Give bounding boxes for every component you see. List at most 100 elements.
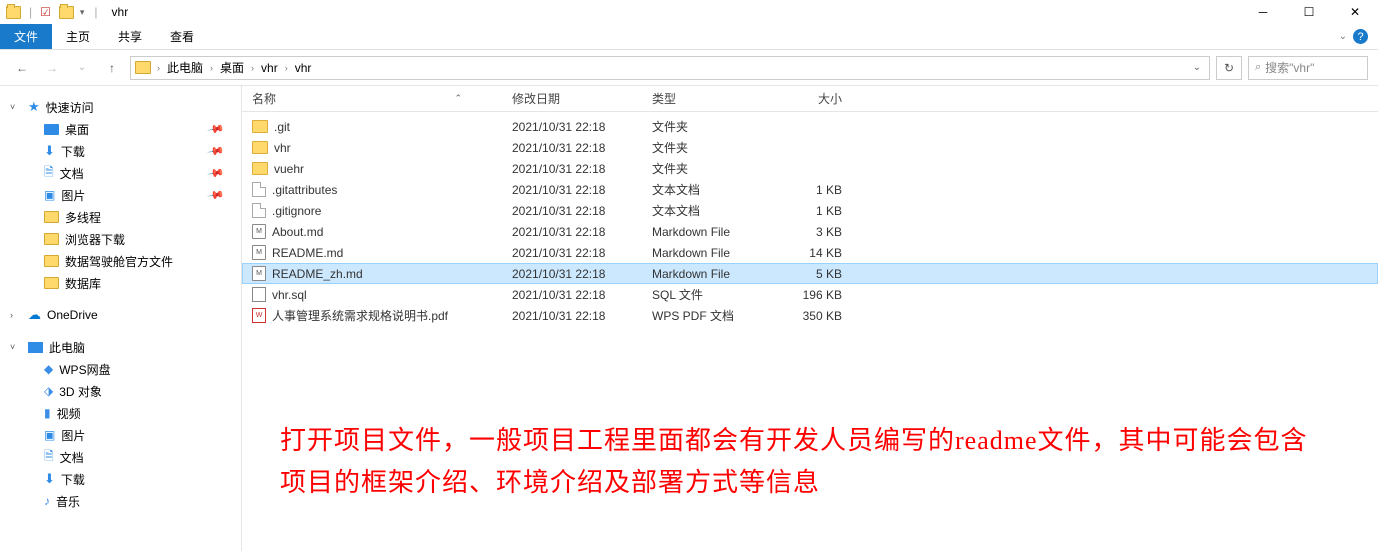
sql-icon	[252, 287, 266, 302]
sidebar-music[interactable]: ♪ 音乐	[0, 490, 241, 512]
column-name[interactable]: 名称 ⌃	[252, 90, 512, 107]
file-type: Markdown File	[652, 267, 772, 281]
sidebar-downloads[interactable]: ⬇ 下载 📌	[0, 140, 241, 162]
breadcrumb-item[interactable]: vhr	[258, 61, 281, 75]
close-button[interactable]: ✕	[1332, 0, 1378, 24]
chevron-down-icon[interactable]: ˅	[10, 342, 15, 352]
file-row[interactable]: vhr2021/10/31 22:18文件夹	[242, 137, 1378, 158]
sidebar-item-label: 浏览器下载	[65, 231, 125, 248]
file-row[interactable]: .gitignore2021/10/31 22:18文本文档1 KB	[242, 200, 1378, 221]
file-date: 2021/10/31 22:18	[512, 225, 652, 239]
chevron-right-icon[interactable]: ›	[208, 63, 215, 73]
sidebar-item-label: OneDrive	[47, 308, 98, 322]
tab-home[interactable]: 主页	[52, 24, 104, 49]
file-type: 文件夹	[652, 118, 772, 135]
document-icon: 🗎	[44, 447, 54, 468]
file-type: 文件夹	[652, 139, 772, 156]
ribbon-expand-icon[interactable]: ⌄	[1339, 31, 1347, 42]
sidebar-browser-dl[interactable]: 浏览器下载	[0, 228, 241, 250]
column-size[interactable]: 大小	[772, 90, 842, 107]
recent-dropdown[interactable]: ⌄	[70, 56, 94, 80]
file-row[interactable]: .gitattributes2021/10/31 22:18文本文档1 KB	[242, 179, 1378, 200]
desktop-icon	[44, 124, 59, 135]
file-row[interactable]: vuehr2021/10/31 22:18文件夹	[242, 158, 1378, 179]
file-row[interactable]: vhr.sql2021/10/31 22:18SQL 文件196 KB	[242, 284, 1378, 305]
sidebar-video[interactable]: ▮ 视频	[0, 402, 241, 424]
file-type: WPS PDF 文档	[652, 307, 772, 324]
up-button[interactable]: ↑	[100, 56, 124, 80]
sidebar-item-label: 下载	[61, 471, 85, 488]
sidebar-data-cockpit[interactable]: 数据驾驶舱官方文件	[0, 250, 241, 272]
sidebar-pictures2[interactable]: ▣ 图片	[0, 424, 241, 446]
sidebar-onedrive[interactable]: › ☁ OneDrive	[0, 304, 241, 326]
checkbox-icon[interactable]	[40, 5, 51, 19]
file-row[interactable]: MAbout.md2021/10/31 22:18Markdown File3 …	[242, 221, 1378, 242]
column-headers: 名称 ⌃ 修改日期 类型 大小	[242, 86, 1378, 112]
breadcrumb-item[interactable]: 桌面	[217, 59, 247, 76]
sidebar-database[interactable]: 数据库	[0, 272, 241, 294]
sidebar-quick-access[interactable]: ˅ ★ 快速访问	[0, 96, 241, 118]
ribbon: 文件 主页 共享 查看 ⌄ ?	[0, 24, 1378, 50]
quick-access-toolbar: | ▾ |	[0, 5, 102, 19]
sidebar-item-label: 快速访问	[46, 99, 94, 116]
tab-share[interactable]: 共享	[104, 24, 156, 49]
folder-icon	[252, 162, 268, 175]
sidebar: ˅ ★ 快速访问 桌面 📌 ⬇ 下载 📌 🗎 文档 📌 ▣ 图片 📌 多线程	[0, 86, 242, 551]
chevron-right-icon[interactable]: ›	[10, 310, 13, 320]
file-size: 1 KB	[772, 183, 842, 197]
music-icon: ♪	[44, 494, 50, 508]
sidebar-this-pc[interactable]: ˅ 此电脑	[0, 336, 241, 358]
sidebar-item-label: 此电脑	[49, 339, 85, 356]
search-input[interactable]: ⌕ 搜索"vhr"	[1248, 56, 1368, 80]
folder-icon	[59, 6, 74, 19]
forward-button[interactable]: →	[40, 56, 64, 80]
file-name: vhr.sql	[272, 288, 307, 302]
tab-file[interactable]: 文件	[0, 24, 52, 49]
address-dropdown-icon[interactable]: ⌄	[1189, 62, 1205, 73]
column-type[interactable]: 类型	[652, 90, 772, 107]
sidebar-downloads2[interactable]: ⬇ 下载	[0, 468, 241, 490]
maximize-button[interactable]: ☐	[1286, 0, 1332, 24]
file-date: 2021/10/31 22:18	[512, 162, 652, 176]
file-size: 14 KB	[772, 246, 842, 260]
file-row[interactable]: MREADME_zh.md2021/10/31 22:18Markdown Fi…	[242, 263, 1378, 284]
sidebar-multithread[interactable]: 多线程	[0, 206, 241, 228]
breadcrumb-item[interactable]: vhr	[292, 61, 315, 75]
file-date: 2021/10/31 22:18	[512, 120, 652, 134]
chevron-right-icon[interactable]: ›	[155, 63, 162, 73]
file-name: README.md	[272, 246, 343, 260]
back-button[interactable]: ←	[10, 56, 34, 80]
sidebar-desktop[interactable]: 桌面 📌	[0, 118, 241, 140]
file-type: 文本文档	[652, 181, 772, 198]
file-type: Markdown File	[652, 225, 772, 239]
download-icon: ⬇	[44, 471, 55, 487]
wps-icon: ◆	[44, 362, 53, 376]
sidebar-pictures[interactable]: ▣ 图片 📌	[0, 184, 241, 206]
help-icon[interactable]: ?	[1353, 29, 1368, 44]
sidebar-item-label: 音乐	[56, 493, 80, 510]
sidebar-documents[interactable]: 🗎 文档 📌	[0, 162, 241, 184]
star-icon: ★	[28, 99, 40, 115]
sidebar-documents2[interactable]: 🗎 文档	[0, 446, 241, 468]
chevron-right-icon[interactable]: ›	[283, 63, 290, 73]
file-name: 人事管理系统需求规格说明书.pdf	[272, 307, 448, 324]
column-date[interactable]: 修改日期	[512, 90, 652, 107]
chevron-down-icon[interactable]: ˅	[10, 102, 15, 112]
folder-icon	[6, 6, 21, 19]
file-type: 文本文档	[652, 202, 772, 219]
file-size: 196 KB	[772, 288, 842, 302]
file-row[interactable]: W人事管理系统需求规格说明书.pdf2021/10/31 22:18WPS PD…	[242, 305, 1378, 326]
tab-view[interactable]: 查看	[156, 24, 208, 49]
breadcrumb-item[interactable]: 此电脑	[164, 59, 206, 76]
minimize-button[interactable]: ─	[1240, 0, 1286, 24]
sidebar-wps[interactable]: ◆ WPS网盘	[0, 358, 241, 380]
refresh-button[interactable]: ↻	[1216, 56, 1242, 80]
cube-icon: ⬗	[44, 384, 53, 398]
dropdown-icon[interactable]: ▾	[78, 7, 87, 18]
sidebar-3d[interactable]: ⬗ 3D 对象	[0, 380, 241, 402]
file-date: 2021/10/31 22:18	[512, 183, 652, 197]
file-row[interactable]: .git2021/10/31 22:18文件夹	[242, 116, 1378, 137]
chevron-right-icon[interactable]: ›	[249, 63, 256, 73]
address-bar[interactable]: › 此电脑 › 桌面 › vhr › vhr ⌄	[130, 56, 1210, 80]
file-row[interactable]: MREADME.md2021/10/31 22:18Markdown File1…	[242, 242, 1378, 263]
